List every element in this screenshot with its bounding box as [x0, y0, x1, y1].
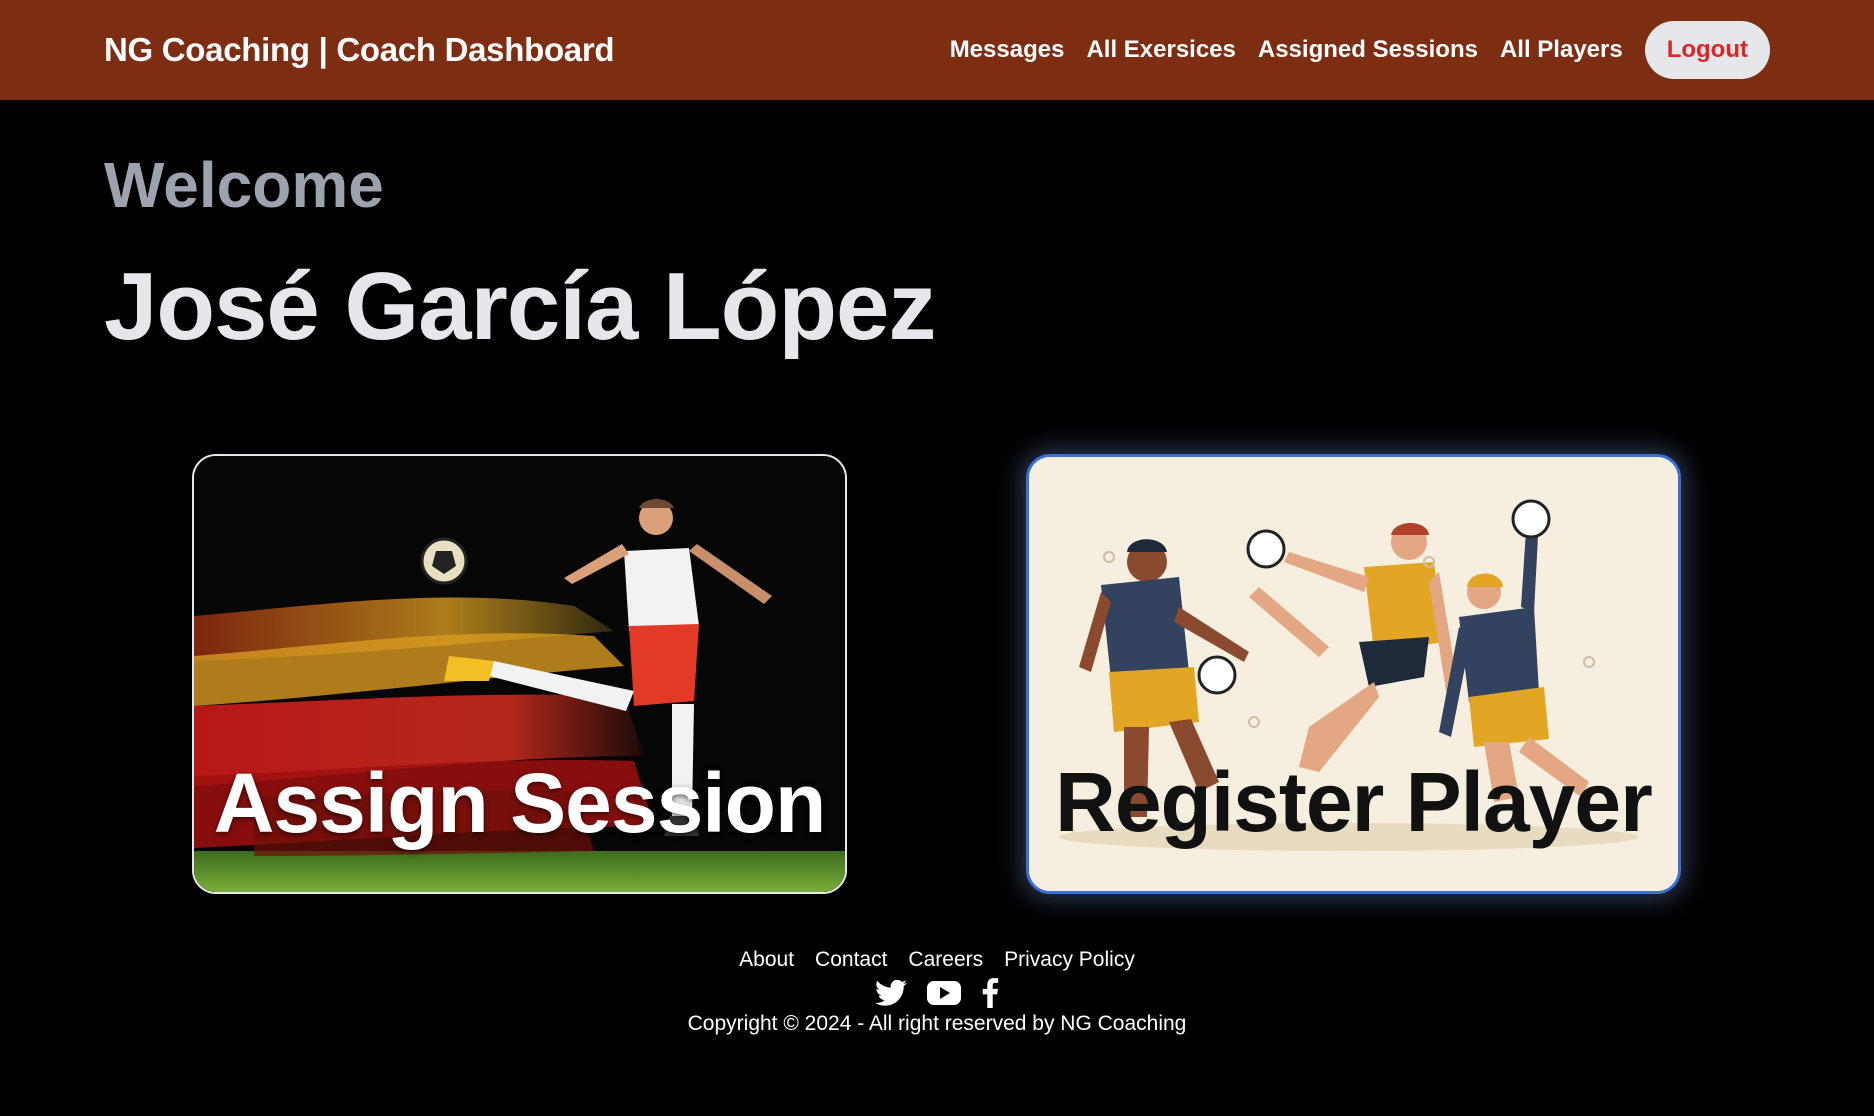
twitter-icon[interactable]	[875, 979, 907, 1012]
brand-title[interactable]: NG Coaching | Coach Dashboard	[104, 31, 615, 69]
register-player-card[interactable]: Register Player	[1026, 454, 1681, 894]
footer-link-privacy[interactable]: Privacy Policy	[1004, 948, 1135, 972]
youtube-icon[interactable]	[927, 980, 961, 1011]
footer-link-about[interactable]: About	[739, 948, 794, 972]
nav-messages[interactable]: Messages	[950, 36, 1065, 64]
main-nav: Messages All Exersices Assigned Sessions…	[950, 21, 1770, 79]
nav-assigned-sessions[interactable]: Assigned Sessions	[1258, 36, 1478, 64]
assign-session-title: Assign Session	[213, 756, 827, 850]
footer-links: About Contact Careers Privacy Policy	[0, 948, 1874, 972]
assign-session-card[interactable]: Assign Session	[192, 454, 847, 894]
footer-link-careers[interactable]: Careers	[908, 948, 983, 972]
facebook-icon[interactable]	[981, 978, 999, 1013]
nav-all-exercises[interactable]: All Exersices	[1086, 36, 1235, 64]
register-player-title: Register Player	[1055, 755, 1653, 849]
nav-all-players[interactable]: All Players	[1500, 36, 1623, 64]
user-name: José García López	[104, 253, 936, 360]
copyright-text: Copyright © 2024 - All right reserved by…	[687, 1012, 1187, 1035]
welcome-heading: Welcome	[104, 149, 384, 221]
top-navbar: NG Coaching | Coach Dashboard Messages A…	[0, 0, 1874, 100]
footer-link-contact[interactable]: Contact	[815, 948, 887, 972]
social-links	[0, 978, 1874, 1013]
logout-button[interactable]: Logout	[1644, 21, 1770, 79]
